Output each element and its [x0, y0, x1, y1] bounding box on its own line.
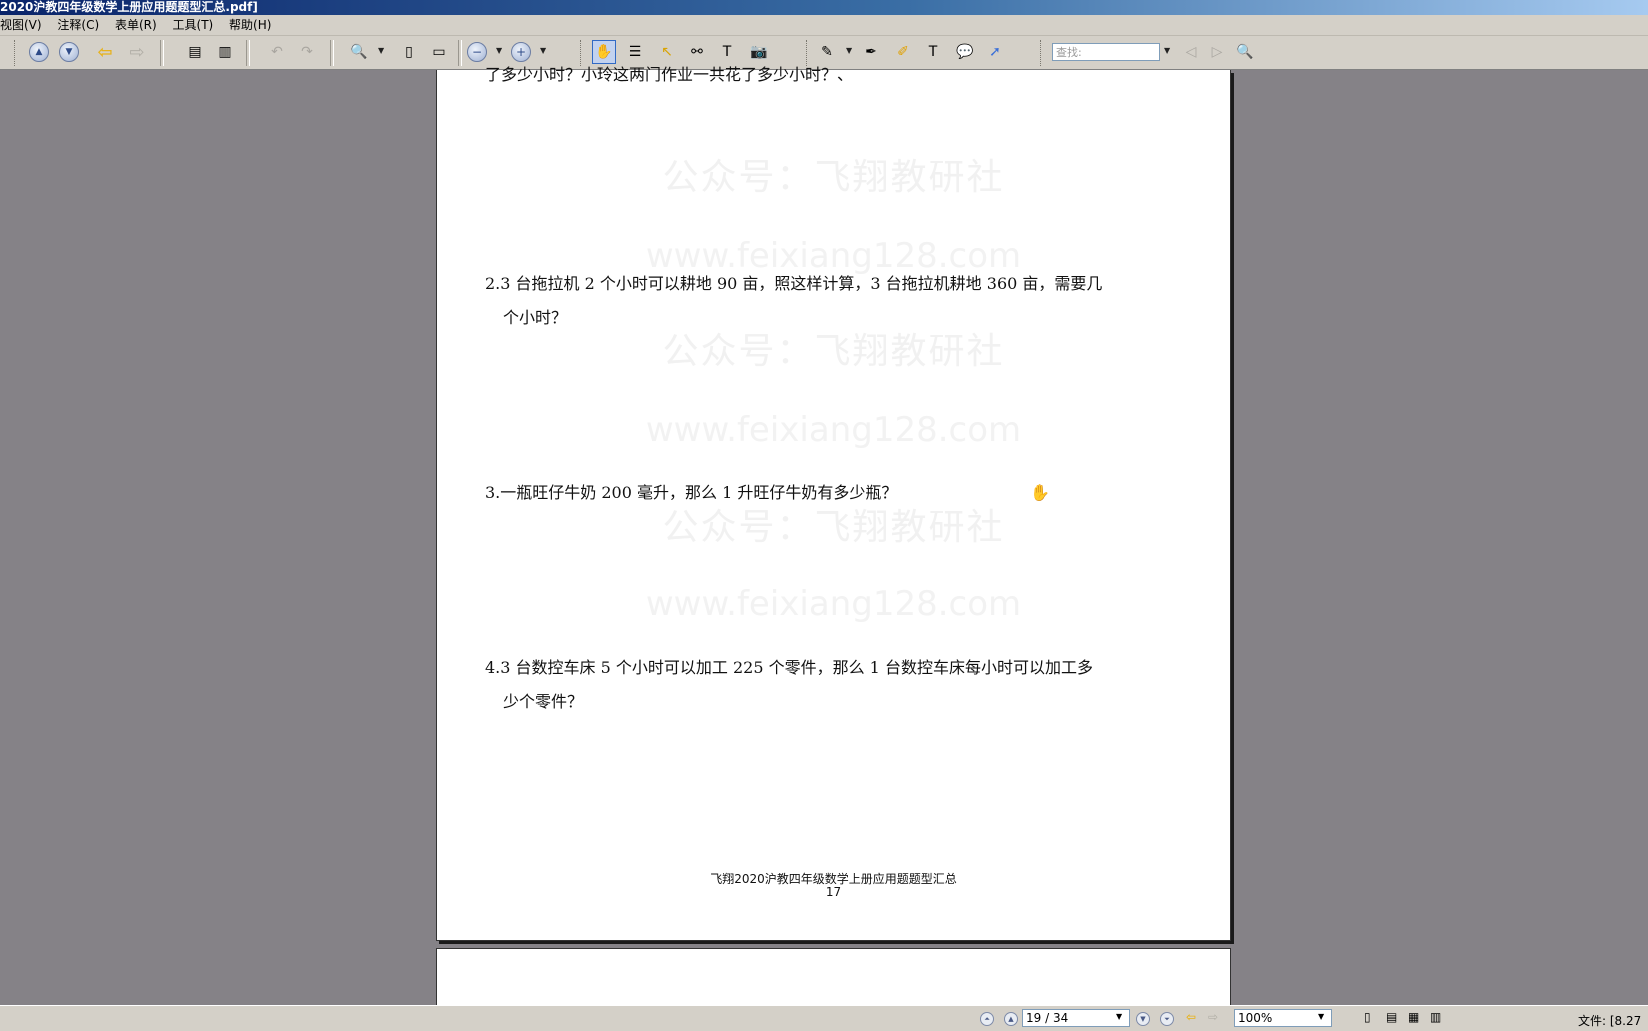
facing-pages-icon[interactable]: ▦ — [1408, 1010, 1419, 1024]
question-2: 2.3 台拖拉机 2 个小时可以耕地 90 亩，照这样计算，3 台拖拉机耕地 3… — [485, 267, 1165, 335]
pdf-page: 了多少小时？小玲这两门作业一共花了多少小时？、 公众号：飞翔教研社 www.fe… — [436, 65, 1231, 941]
toolbar-grip[interactable] — [14, 40, 18, 66]
continuous-facing-icon[interactable]: ▥ — [1430, 1010, 1441, 1024]
document-viewport[interactable]: 了多少小时？小玲这两门作业一共花了多少小时？、 公众号：飞翔教研社 www.fe… — [0, 65, 1648, 1030]
toolbar-separator — [330, 40, 334, 66]
fit-width-icon[interactable]: ▭ — [428, 41, 450, 63]
zoom-in-tool-icon[interactable]: 🔍 — [348, 41, 370, 63]
search-next-icon[interactable]: ▷ — [1206, 41, 1228, 63]
insert-pages-icon[interactable]: ▥ — [214, 41, 236, 63]
menu-help[interactable]: 帮助(H) — [229, 15, 271, 35]
forward-icon[interactable]: ⇨ — [1208, 1010, 1218, 1024]
status-bar: ⏶ ▲ 19 / 34 ▼ ▼ ⏷ ⇦ ⇨ 100% ▼ ▯ ▤ ▦ ▥ 文件:… — [0, 1005, 1648, 1031]
forward-icon[interactable]: ⇨ — [126, 41, 148, 63]
continuous-page-icon[interactable]: ▤ — [1386, 1010, 1397, 1024]
prev-page-icon[interactable]: ▲ — [28, 41, 50, 63]
watermark-text: 公众号：飞翔教研社 — [662, 157, 1005, 198]
next-page-icon[interactable]: ▼ — [1136, 1012, 1150, 1026]
chevron-down-icon[interactable]: ▼ — [1164, 46, 1170, 55]
chevron-down-icon[interactable]: ▼ — [540, 46, 546, 55]
toolbar-separator — [246, 40, 250, 66]
window-title: 2020沪教四年级数学上册应用题题型汇总.pdf] — [0, 0, 258, 14]
fit-page-icon[interactable]: ▯ — [398, 41, 420, 63]
question-2-line-2: 个小时？ — [503, 308, 568, 327]
toolbar-separator — [458, 40, 462, 66]
hand-cursor-icon: ✋ — [1030, 483, 1050, 502]
last-page-icon[interactable]: ⏷ — [1160, 1012, 1174, 1026]
menu-comments[interactable]: 注释(C) — [57, 15, 99, 35]
question-4: 4.3 台数控车床 5 个小时可以加工 225 个零件，那么 1 台数控车床每小… — [485, 651, 1165, 719]
search-options-icon[interactable]: 🔍 — [1234, 41, 1256, 63]
chevron-down-icon[interactable]: ▼ — [496, 46, 502, 55]
zoom-value: 100% — [1238, 1011, 1273, 1025]
next-page-icon[interactable]: ▼ — [58, 41, 80, 63]
chevron-down-icon[interactable]: ▼ — [1116, 1012, 1122, 1021]
single-page-icon[interactable]: ▯ — [1364, 1010, 1371, 1024]
undo-icon[interactable]: ↶ — [266, 41, 288, 63]
prev-page-icon[interactable]: ▲ — [1004, 1012, 1018, 1026]
first-page-icon[interactable]: ⏶ — [980, 1012, 994, 1026]
page-indicator: 19 / 34 — [1026, 1011, 1069, 1025]
page-number-field[interactable]: 19 / 34 — [1022, 1009, 1130, 1027]
page-number: 17 — [825, 885, 842, 899]
toolbar-separator — [160, 40, 164, 66]
menu-tools[interactable]: 工具(T) — [173, 15, 214, 35]
watermark-url: www.feixiang128.com — [645, 584, 1022, 624]
partial-question-text: 了多少小时？小玲这两门作业一共花了多少小时？、 — [485, 65, 854, 84]
title-bar: 2020沪教四年级数学上册应用题题型汇总.pdf] — [0, 0, 1648, 15]
question-2-line-1: 2.3 台拖拉机 2 个小时可以耕地 90 亩，照这样计算，3 台拖拉机耕地 3… — [485, 274, 1103, 293]
menu-forms[interactable]: 表单(R) — [115, 15, 157, 35]
back-icon[interactable]: ⇦ — [1186, 1010, 1196, 1024]
chevron-down-icon[interactable]: ▼ — [846, 46, 852, 55]
search-prev-icon[interactable]: ◁ — [1180, 41, 1202, 63]
menu-view[interactable]: 视图(V) — [0, 15, 42, 35]
chevron-down-icon[interactable]: ▼ — [378, 46, 384, 55]
question-3-line-1: 3.一瓶旺仔牛奶 200 毫升，那么 1 升旺仔牛奶有多少瓶？ — [485, 483, 898, 502]
question-4-line-1: 4.3 台数控车床 5 个小时可以加工 225 个零件，那么 1 台数控车床每小… — [485, 658, 1093, 677]
chevron-down-icon[interactable]: ▼ — [1318, 1012, 1324, 1021]
question-4-line-2: 少个零件？ — [503, 692, 584, 711]
watermark-url: www.feixiang128.com — [645, 410, 1022, 450]
question-3: 3.一瓶旺仔牛奶 200 毫升，那么 1 升旺仔牛奶有多少瓶？ — [485, 476, 1165, 510]
redo-icon[interactable]: ↷ — [296, 41, 318, 63]
back-icon[interactable]: ⇦ — [94, 41, 116, 63]
extract-pages-icon[interactable]: ▤ — [184, 41, 206, 63]
file-info: 文件: [8.27 — [1578, 1014, 1642, 1028]
menu-bar: 视图(V) 注释(C) 表单(R) 工具(T) 帮助(H) — [0, 15, 1648, 36]
